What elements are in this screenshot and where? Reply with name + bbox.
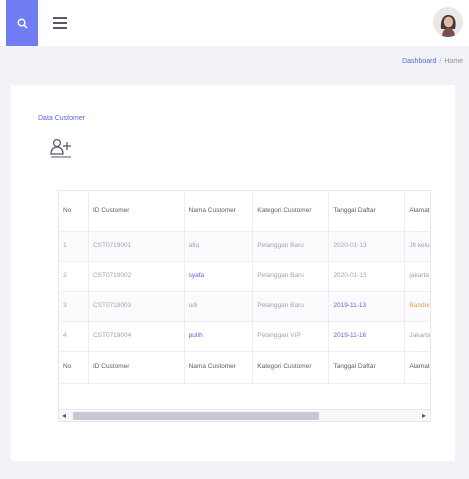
- cell-alamat: jakarta: [404, 261, 430, 292]
- hamburger-menu-button[interactable]: [50, 13, 70, 33]
- cell-id: CST0719001: [88, 231, 185, 262]
- cell-no: 2: [59, 261, 89, 292]
- cell-no: 1: [59, 231, 89, 262]
- breadcrumb-dashboard[interactable]: Dashboard: [402, 58, 436, 65]
- cell-nama: putih: [184, 321, 254, 352]
- scrollbar-thumb[interactable]: [73, 412, 319, 420]
- header-alamat[interactable]: Alamat: [404, 191, 430, 232]
- cell-no: 3: [59, 291, 89, 322]
- cell-tanggal: 2019-11-13: [328, 291, 406, 322]
- header-tanggal-daftar[interactable]: Tanggal Daftar: [328, 191, 406, 232]
- cell-kategori: Pelanggan Baru: [252, 261, 330, 292]
- cell-nama: syafa: [184, 261, 254, 292]
- search-button[interactable]: [6, 0, 38, 46]
- table-row: 4 CST0719004 putih Pelanggan VIP 2019-11…: [59, 321, 430, 352]
- cell-tanggal: 2019-11-16: [328, 321, 406, 352]
- add-customer-button[interactable]: [48, 136, 74, 160]
- user-avatar[interactable]: [433, 7, 463, 37]
- breadcrumb-separator: /: [439, 58, 442, 65]
- cell-nama: afiq: [184, 231, 254, 262]
- breadcrumb: Dashboard / Home: [402, 58, 463, 65]
- header-kategori-customer[interactable]: Kategori Customer: [252, 191, 330, 232]
- customer-table: No ID Customer Nama Customer Kategori Cu…: [59, 191, 430, 384]
- header-no[interactable]: No: [59, 191, 89, 232]
- cell-id: CST0719003: [88, 291, 185, 322]
- search-icon: [17, 18, 27, 28]
- cell-kategori: Pelanggan Baru: [252, 291, 330, 322]
- table-footer-row: No ID Customer Nama Customer Kategori Cu…: [59, 351, 430, 384]
- table-row: 1 CST0719001 afiq Pelanggan Baru 2020-01…: [59, 231, 430, 262]
- cell-id: CST0719004: [88, 321, 185, 352]
- footer-id-customer: ID Customer: [88, 351, 185, 384]
- cell-id: CST0719002: [88, 261, 185, 292]
- cell-nama: udi: [184, 291, 254, 322]
- customer-table-container: No ID Customer Nama Customer Kategori Cu…: [58, 190, 431, 410]
- hamburger-menu-icon: [53, 17, 67, 19]
- header-nama-customer[interactable]: Nama Customer: [184, 191, 254, 232]
- top-navbar: [0, 0, 469, 46]
- footer-no: No: [59, 351, 89, 384]
- add-user-icon: [50, 138, 71, 158]
- card-title: Data Customer: [38, 115, 86, 122]
- cell-alamat: Jlt kelurahan: [404, 231, 430, 262]
- table-row: 2 CST0719002 syafa Pelanggan Baru 2020-0…: [59, 261, 430, 292]
- scroll-left-arrow-icon[interactable]: ◂: [62, 411, 66, 420]
- footer-nama-customer: Nama Customer: [184, 351, 254, 384]
- header-id-customer[interactable]: ID Customer: [88, 191, 185, 232]
- table-header-row: No ID Customer Nama Customer Kategori Cu…: [59, 191, 430, 232]
- cell-alamat: Jakarta Utara: [404, 321, 430, 352]
- breadcrumb-home: Home: [444, 58, 463, 65]
- table-row: 3 CST0719003 udi Pelanggan Baru 2019-11-…: [59, 291, 430, 322]
- footer-kategori-customer: Kategori Customer: [252, 351, 330, 384]
- cell-tanggal: 2020-01-13: [328, 261, 406, 292]
- cell-alamat: Bandung: [404, 291, 430, 322]
- horizontal-scrollbar[interactable]: ◂ ▸: [58, 410, 431, 422]
- cell-kategori: Pelanggan Baru: [252, 231, 330, 262]
- cell-kategori: Pelanggan VIP: [252, 321, 330, 352]
- avatar-icon: [433, 7, 463, 37]
- cell-tanggal: 2020-01-13: [328, 231, 406, 262]
- footer-tanggal-daftar: Tanggal Daftar: [328, 351, 406, 384]
- cell-no: 4: [59, 321, 89, 352]
- scroll-right-arrow-icon[interactable]: ▸: [422, 411, 426, 420]
- footer-alamat: Alamat: [404, 351, 430, 384]
